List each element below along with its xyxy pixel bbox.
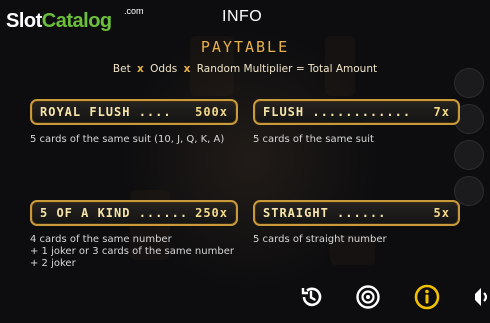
payout-formula: Bet x Odds x Random Multiplier = Total A… [0,63,490,75]
formula-term-total-amount: Total Amount [307,63,378,75]
hand-name: STRAIGHT ...... [263,206,387,220]
paytable-entry-five-of-a-kind: 5 OF A KIND ...... 250x [30,200,238,226]
hand-description: 4 cards of the same number + 1 joker or … [30,234,234,270]
info-button[interactable] [413,283,441,311]
paytable-entry-flush: FLUSH ............ 7x [253,99,460,125]
formula-term-odds: Odds [150,63,178,75]
hand-description: 5 cards of the same suit [253,134,374,146]
hand-multiplier: 5x [433,206,450,220]
watermark-logo-suffix: .com [124,6,144,16]
hand-name: 5 OF A KIND ...... [40,206,189,220]
formula-term-random-multiplier: Random Multiplier [196,63,293,75]
hand-description: 5 cards of the same suit (10, J, Q, K, A… [30,134,224,146]
formula-term-bet: Bet [112,63,131,75]
hand-multiplier: 7x [433,105,450,119]
watermark-logo: SlotCatalog [6,10,112,33]
screen-title: INFO [222,8,263,25]
formula-equals-sign: = [295,63,305,75]
hand-multiplier: 250x [195,206,228,220]
history-icon [301,287,322,307]
description-line: 5 cards of the same suit (10, J, Q, K, A… [30,134,225,145]
settings-icon [356,285,380,309]
hand-name: FLUSH ............ [263,105,412,119]
sound-button[interactable] [468,283,490,311]
formula-multiply-sign: x [137,63,144,75]
description-line: 5 cards of the same suit [253,134,374,145]
description-line: 5 cards of straight number [253,234,387,245]
description-line: 4 cards of the same number [30,234,172,245]
hand-name: ROYAL FLUSH .... [40,105,172,119]
watermark-logo-catalog: Catalog [41,10,112,32]
description-line: + 1 joker or 3 cards of the same number [30,246,234,257]
paytable-title: PAYTABLE [200,38,290,56]
info-icon [414,284,440,310]
history-button[interactable] [297,283,325,311]
hand-multiplier: 500x [195,105,228,119]
sound-icon [475,288,488,306]
watermark-logo-slot: Slot [6,10,42,32]
paytable-entry-royal-flush: ROYAL FLUSH .... 500x [30,99,238,125]
settings-button[interactable] [354,283,382,311]
description-line: + 2 joker [30,258,76,269]
background-side-button [454,176,484,206]
background-side-button [454,140,484,170]
hand-description: 5 cards of straight number [253,234,387,246]
paytable-entry-straight: STRAIGHT ...... 5x [253,200,460,226]
formula-multiply-sign: x [183,63,191,75]
